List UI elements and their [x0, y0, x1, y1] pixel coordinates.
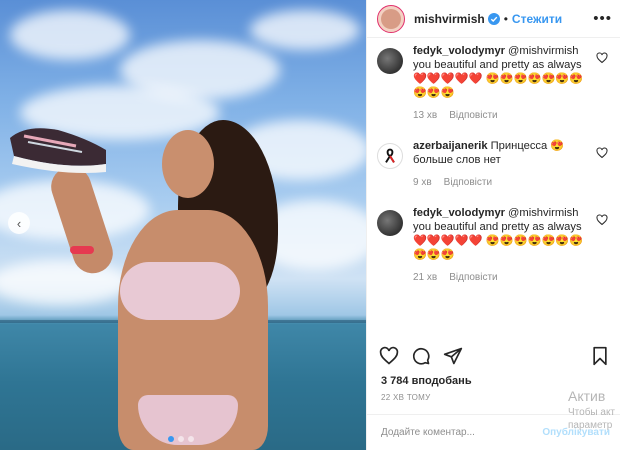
bookmark-icon[interactable]	[590, 346, 610, 366]
like-comment-heart-icon[interactable]	[596, 52, 608, 64]
comment-time[interactable]: 9 хв	[413, 176, 432, 190]
share-send-icon[interactable]	[443, 346, 463, 366]
ribbon-icon	[385, 148, 395, 163]
avatar[interactable]	[377, 210, 403, 236]
cloud	[250, 10, 360, 50]
comment-item: fedyk_volodymyr @mishvirmish you beautifu…	[377, 44, 610, 123]
reply-button[interactable]: Відповісти	[444, 176, 492, 190]
previous-photo-button[interactable]: ‹	[8, 212, 30, 234]
comment-time[interactable]: 21 хв	[413, 271, 437, 285]
avatar[interactable]	[377, 48, 403, 74]
post-username[interactable]: mishvirmish	[414, 12, 485, 26]
separator: •	[503, 11, 508, 26]
reply-button[interactable]: Відповісти	[449, 271, 497, 285]
comment-username[interactable]: fedyk_volodymyr	[413, 207, 505, 219]
sneaker-image	[10, 128, 106, 173]
comment-list: fedyk_volodymyr @mishvirmish you beautifu…	[367, 38, 620, 330]
avatar[interactable]	[377, 143, 403, 169]
comment-input[interactable]	[381, 427, 541, 438]
post-header: mishvirmish • Стежити •••	[367, 0, 620, 38]
like-comment-heart-icon[interactable]	[596, 147, 608, 159]
comment-username[interactable]: fedyk_volodymyr	[413, 45, 505, 57]
wristband	[70, 246, 94, 254]
more-options-icon[interactable]: •••	[593, 10, 612, 27]
comment-username[interactable]: azerbaijanerik	[413, 140, 488, 152]
reply-button[interactable]: Відповісти	[449, 109, 497, 123]
comment-item: azerbaijanerik Принцесса 😍 больше слов не…	[377, 139, 610, 190]
comment-item: fedyk_volodymyr @mishvirmish you beautifu…	[377, 206, 610, 285]
add-comment-bar: Опублікувати	[367, 414, 620, 450]
post-photo[interactable]: ‹	[0, 0, 366, 450]
chevron-left-icon: ‹	[16, 215, 22, 231]
post-timestamp: 22 ХВ ТОМУ	[381, 393, 431, 402]
carousel-dot	[168, 436, 174, 442]
action-bar	[379, 344, 610, 368]
follow-button[interactable]: Стежити	[512, 12, 562, 26]
bikini-top	[120, 262, 240, 320]
like-heart-icon[interactable]	[379, 346, 399, 366]
comment-bubble-icon[interactable]	[411, 346, 431, 366]
avatar[interactable]	[377, 4, 405, 33]
likes-count[interactable]: 3 784 вподобань	[381, 375, 472, 387]
carousel-dots	[168, 436, 194, 442]
publish-button[interactable]: Опублікувати	[542, 427, 610, 438]
person-face	[162, 130, 214, 198]
verified-badge-icon	[487, 12, 500, 25]
post-sidebar: mishvirmish • Стежити ••• fedyk_volodymy…	[366, 0, 620, 450]
cloud	[10, 10, 130, 60]
comment-time[interactable]: 13 хв	[413, 109, 437, 123]
cloud	[0, 260, 130, 305]
like-comment-heart-icon[interactable]	[596, 214, 608, 226]
carousel-dot	[178, 436, 184, 442]
carousel-dot	[188, 436, 194, 442]
